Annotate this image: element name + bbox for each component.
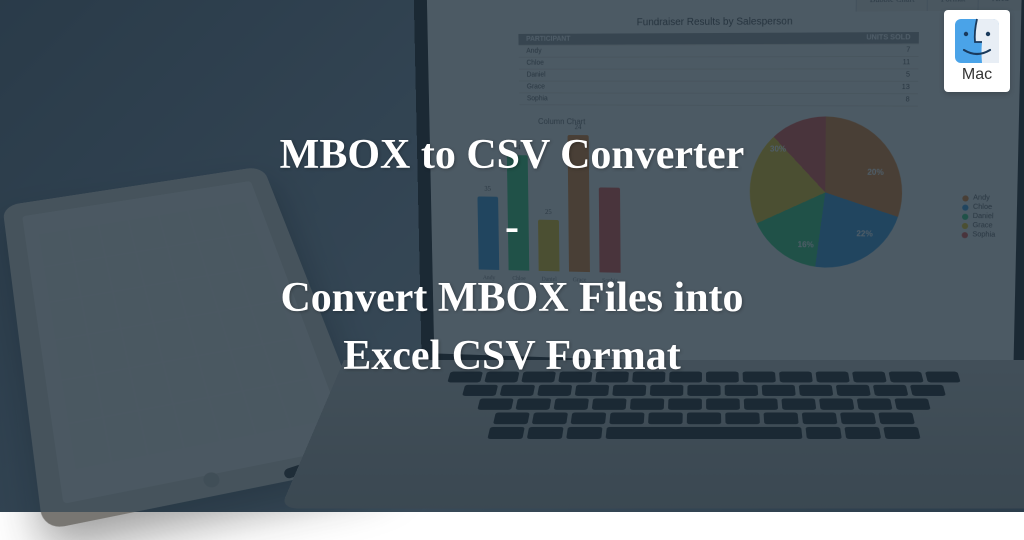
- background-photo: Bubble Chart Format Area Fundraiser Resu…: [0, 0, 1024, 512]
- banner-text: MBOX to CSV Converter - Convert MBOX Fil…: [0, 0, 1024, 512]
- title-line-1: MBOX to CSV Converter: [280, 126, 745, 185]
- title-line-2: Convert MBOX Files into: [280, 269, 743, 328]
- mac-finder-icon: [954, 18, 1000, 64]
- title-separator: -: [505, 203, 519, 251]
- title-line-3: Excel CSV Format: [343, 327, 681, 386]
- mac-badge-label: Mac: [962, 66, 992, 84]
- mac-badge: Mac: [944, 10, 1010, 92]
